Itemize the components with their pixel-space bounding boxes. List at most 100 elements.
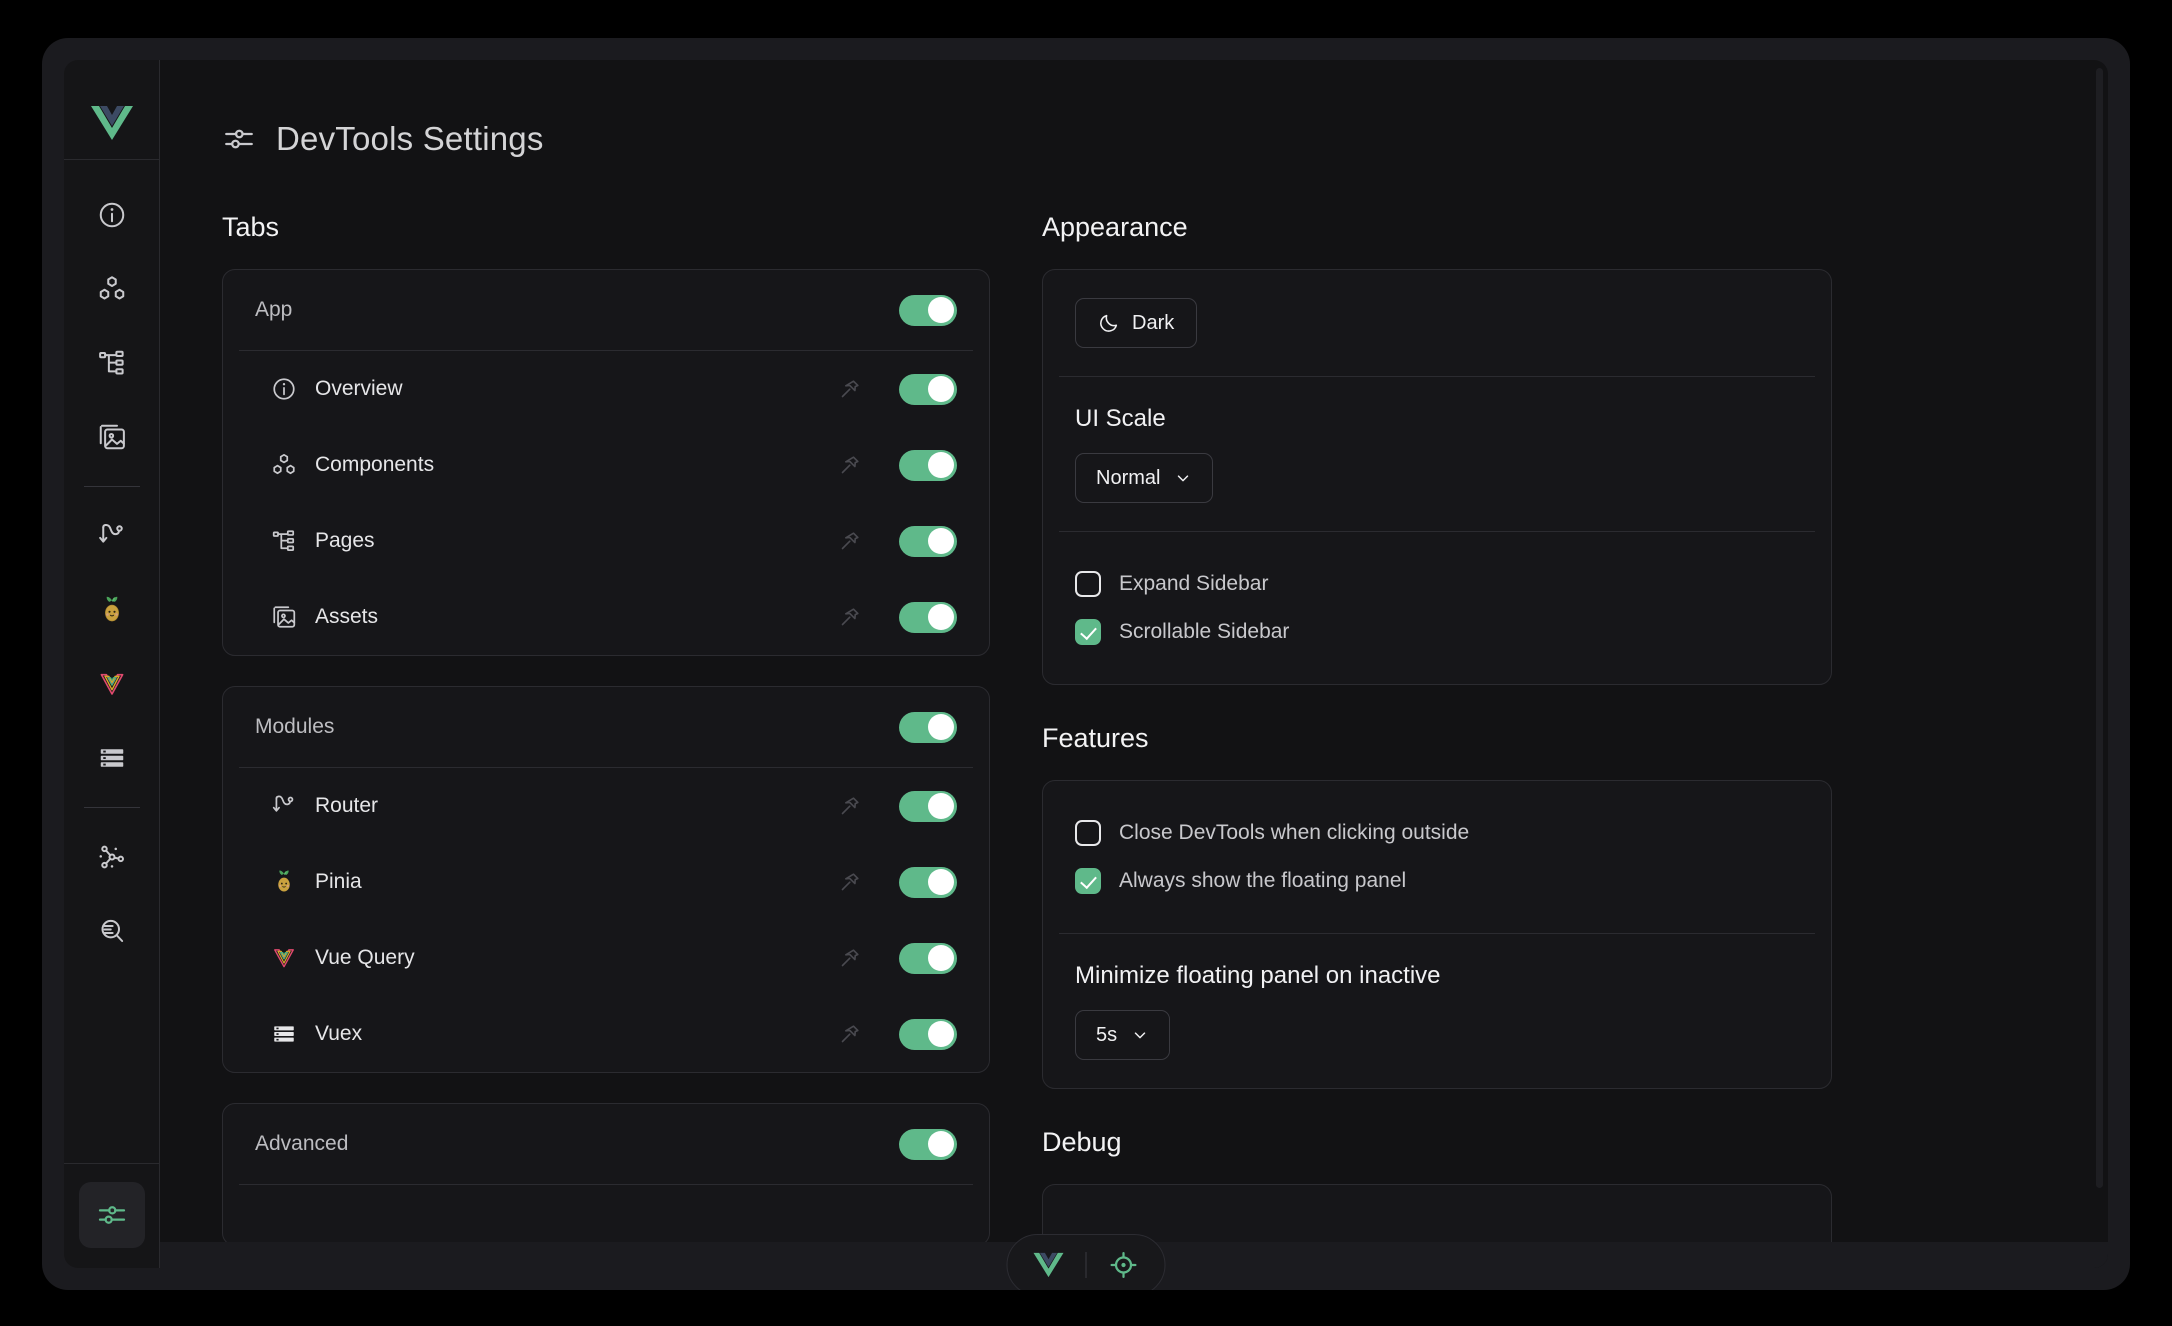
tab-item-toggle[interactable] (899, 1018, 957, 1050)
tab-item-vue-query[interactable]: Vue Query (223, 920, 989, 996)
sidebar-logo[interactable] (63, 86, 160, 160)
components-icon (99, 276, 124, 300)
ui-scale-section: UI Scale Normal (1043, 377, 1831, 531)
checkbox-box (1075, 571, 1101, 597)
features-heading: Features (1042, 723, 1149, 753)
tab-group-header: Advanced (223, 1104, 989, 1184)
minimize-section: Minimize floating panel on inactive 5s (1043, 934, 1831, 1088)
pin-icon[interactable] (833, 372, 867, 406)
tab-group-label: Advanced (255, 1132, 349, 1155)
router-icon (272, 795, 294, 812)
tab-group-toggle[interactable] (899, 711, 957, 743)
tab-item-toggle[interactable] (899, 942, 957, 974)
sidebar-item-assets[interactable] (79, 404, 145, 470)
tab-item-label: Vuex (315, 1022, 363, 1045)
tab-item-toggle[interactable] (899, 373, 957, 405)
tabs-column: Tabs App Overview Components Pages Asset… (222, 212, 990, 1268)
pin-icon[interactable] (833, 1017, 867, 1051)
pin-icon[interactable] (833, 941, 867, 975)
checkbox-close-devtools[interactable]: Close DevTools when clicking outside (1075, 809, 1799, 857)
pages-tree-icon (98, 350, 124, 375)
sidebar-item-pinia[interactable] (79, 577, 145, 643)
ui-scale-select[interactable]: Normal (1075, 453, 1214, 503)
checkbox-expand-sidebar[interactable]: Expand Sidebar (1075, 560, 1799, 608)
main-content: DevTools Settings Tabs App Overview Comp… (160, 60, 2108, 1268)
tab-item-pages[interactable]: Pages (223, 503, 989, 579)
pages-tree-icon (272, 530, 295, 551)
sidebar-bottom (63, 1163, 160, 1268)
page-title-text: DevTools Settings (276, 120, 544, 157)
chevron-down-icon (1178, 475, 1189, 482)
vuex-list-icon (100, 749, 123, 767)
minimize-label: Minimize floating panel on inactive (1075, 962, 1441, 989)
tab-item-toggle[interactable] (899, 601, 957, 633)
tab-item-label: Pages (315, 529, 375, 552)
features-card: Close DevTools when clicking outside Alw… (1042, 780, 1832, 1089)
tab-item-assets[interactable]: Assets (223, 579, 989, 655)
tab-item-vuex[interactable]: Vuex (223, 996, 989, 1072)
vue-logo-icon[interactable] (1033, 1252, 1064, 1278)
sliders-icon (225, 129, 253, 149)
page-title: DevTools Settings (222, 120, 2108, 158)
checkbox-box (1075, 619, 1101, 645)
pin-icon[interactable] (833, 600, 867, 634)
sidebar-divider (83, 486, 140, 487)
pinia-pineapple-icon (104, 596, 119, 622)
tab-group-advanced: Advanced (222, 1103, 990, 1246)
checkbox-box (1075, 820, 1101, 846)
tab-item-toggle[interactable] (899, 525, 957, 557)
tab-item-label: Pinia (315, 870, 362, 893)
search-inspect-icon (101, 919, 123, 942)
tab-item-components[interactable]: Components (223, 427, 989, 503)
tab-item-toggle[interactable] (899, 449, 957, 481)
floating-panel[interactable] (1006, 1234, 1166, 1290)
tab-group-app: App Overview Components Pages Assets (222, 269, 990, 656)
tab-group-toggle[interactable] (899, 1128, 957, 1160)
vuex-list-icon (274, 1026, 294, 1042)
sidebar-item-graph[interactable] (79, 824, 145, 890)
settings-columns: Tabs App Overview Components Pages Asset… (222, 212, 2108, 1268)
info-circle-icon (99, 202, 124, 228)
theme-toggle-button[interactable]: Dark (1075, 298, 1198, 348)
checkbox-label: Always show the floating panel (1119, 869, 1407, 892)
router-icon (98, 523, 123, 543)
pin-icon[interactable] (833, 448, 867, 482)
appearance-checkboxes: Expand Sidebar Scrollable Sidebar (1043, 532, 1831, 684)
sidebar-item-settings[interactable] (78, 1182, 145, 1248)
tab-item-pinia[interactable]: Pinia (223, 844, 989, 920)
minimize-delay-select[interactable]: 5s (1075, 1010, 1171, 1060)
pin-icon[interactable] (833, 789, 867, 823)
checkbox-always-show-floating-panel[interactable]: Always show the floating panel (1075, 857, 1799, 905)
vue-logo-icon (90, 105, 133, 140)
tab-item-toggle[interactable] (899, 790, 957, 822)
sidebar-item-overview[interactable] (79, 182, 145, 248)
tab-item-router[interactable]: Router (223, 768, 989, 844)
tab-item-overview[interactable]: Overview (223, 351, 989, 427)
crosshair-inspect-icon[interactable] (1109, 1250, 1139, 1280)
pin-icon[interactable] (833, 865, 867, 899)
chevron-down-icon (1134, 1032, 1146, 1039)
assets-image-icon (99, 424, 125, 450)
devtools-window: DevTools Settings Tabs App Overview Comp… (42, 38, 2130, 1290)
components-icon (273, 453, 295, 475)
appearance-card: Dark UI Scale Normal Expand Sidebar Scro… (1042, 269, 1832, 685)
vue-query-icon (100, 673, 123, 695)
checkbox-scrollable-sidebar[interactable]: Scrollable Sidebar (1075, 608, 1799, 656)
tab-item-toggle[interactable] (899, 866, 957, 898)
assets-image-icon (273, 606, 296, 628)
checkbox-label: Close DevTools when clicking outside (1119, 821, 1470, 844)
checkbox-label: Scrollable Sidebar (1119, 620, 1290, 643)
tab-group-toggle[interactable] (899, 294, 957, 326)
tab-group-label: Modules (255, 715, 335, 738)
sliders-icon (98, 1206, 125, 1224)
sidebar-item-components[interactable] (79, 256, 145, 322)
sidebar-item-vue-query[interactable] (79, 651, 145, 717)
sidebar-item-inspect[interactable] (79, 898, 145, 964)
sidebar-item-vuex[interactable] (79, 725, 145, 791)
sidebar-item-pages[interactable] (79, 330, 145, 396)
pin-icon[interactable] (833, 524, 867, 558)
sidebar-item-router[interactable] (79, 503, 145, 569)
tab-group-modules: Modules Router Pinia Vue Query Vuex (222, 686, 990, 1073)
checkbox-box (1075, 868, 1101, 894)
vertical-scrollbar[interactable] (2096, 68, 2103, 1188)
